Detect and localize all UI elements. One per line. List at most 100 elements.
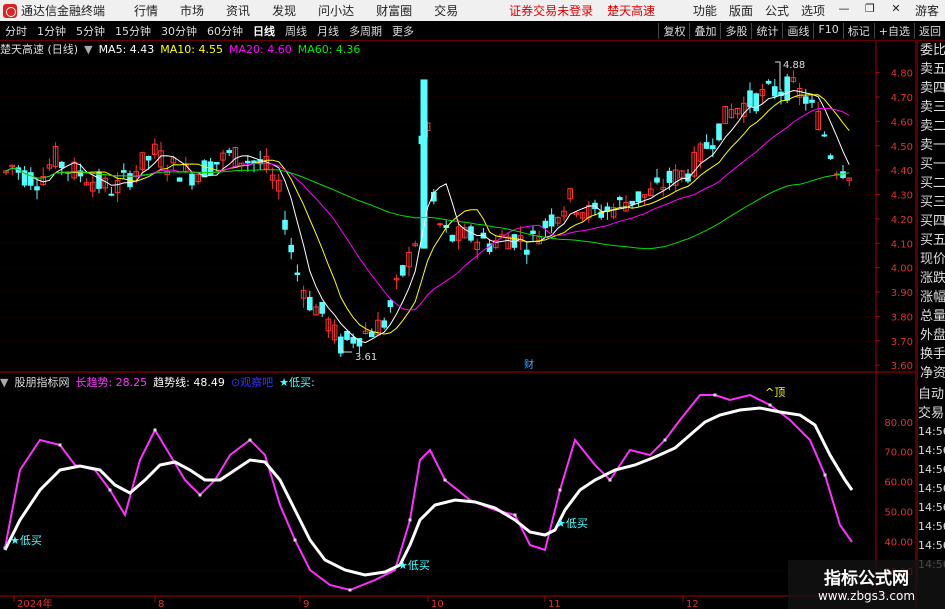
app-logo-icon <box>3 3 17 18</box>
candle-body <box>102 177 109 189</box>
candle-body <box>505 236 511 250</box>
tab-daily[interactable]: 日线 <box>248 23 280 39</box>
close-icon[interactable]: ✕ <box>889 2 903 19</box>
btn-adjust[interactable]: 复权 <box>658 22 689 39</box>
candle-body <box>245 160 251 164</box>
user-label[interactable]: 游客 <box>915 2 939 19</box>
btn-stats[interactable]: 统计 <box>751 22 782 39</box>
menu-item-quotes[interactable]: 行情 <box>134 2 158 19</box>
btn-add-watchlist[interactable]: +自选 <box>873 22 914 39</box>
side-label[interactable]: 总量 <box>918 307 945 326</box>
side-label[interactable]: 卖一 <box>918 136 945 155</box>
candle-body <box>536 236 543 245</box>
side-label[interactable]: 现价 <box>918 250 945 269</box>
side-label[interactable]: 卖三 <box>918 98 945 117</box>
long-trend-dot <box>713 393 717 397</box>
side-label[interactable]: 涨幅 <box>918 288 945 307</box>
menu-item-function[interactable]: 功能 <box>693 2 717 19</box>
ind-tick-label: 60.00 <box>884 478 913 489</box>
candle-body <box>468 226 474 241</box>
tab-more[interactable]: 更多 <box>387 23 419 39</box>
indicator-name[interactable]: 股朋指标网 <box>14 374 69 390</box>
tab-monthly[interactable]: 月线 <box>312 23 344 39</box>
x-tick-label: 12 <box>686 599 699 609</box>
candle-body <box>524 249 530 255</box>
menu-item-news[interactable]: 资讯 <box>226 2 250 19</box>
btn-overlay[interactable]: 叠加 <box>689 22 720 39</box>
menu-bar: 通达信金融终端 行情 市场 资讯 发现 问小达 财富圈 交易 证券交易未登录 楚… <box>0 0 945 22</box>
tab-timeshare[interactable]: 分时 <box>0 23 32 39</box>
menu-item-ask[interactable]: 问小达 <box>318 2 354 19</box>
long-trend-dot <box>153 428 157 432</box>
indicator-settings-icon[interactable]: ▼ <box>0 376 8 389</box>
menu-item-market[interactable]: 市场 <box>180 2 204 19</box>
btn-f10[interactable]: F10 <box>813 22 842 39</box>
side-label[interactable]: 净资 <box>918 364 945 383</box>
finance-marker: 财 <box>524 358 534 371</box>
candle-body <box>598 211 605 218</box>
tab-multi-period[interactable]: 多周期 <box>344 23 387 39</box>
candle-body <box>214 161 220 165</box>
btn-draw[interactable]: 画线 <box>782 22 813 39</box>
menu-item-discover[interactable]: 发现 <box>272 2 296 19</box>
kline-chart[interactable]: 4.88 3.61 财 ★低买 ★低买 ★低买 ^顶 4.80 4.70 4.60 4.50 4.… <box>0 0 945 609</box>
x-tick-label: 9 <box>303 599 309 609</box>
candle-body <box>269 174 276 181</box>
restore-icon[interactable]: ❐ <box>863 2 877 19</box>
side-label[interactable]: 买五 <box>918 231 945 250</box>
side-label[interactable]: 买三 <box>918 193 945 212</box>
side-label[interactable]: 卖四 <box>918 79 945 98</box>
side-label[interactable]: 买四 <box>918 212 945 231</box>
candle-body <box>393 277 400 281</box>
watch-label: ⊙观察吧 <box>230 376 274 389</box>
price-tick-label: 3.60 <box>891 361 913 372</box>
side-label-trade[interactable]: 交易 <box>918 404 945 423</box>
candle-body <box>412 243 418 247</box>
menu-item-layout[interactable]: 版面 <box>729 2 753 19</box>
btn-back[interactable]: 返回 <box>914 22 945 39</box>
low-buy-marker: ★低买 <box>556 517 588 530</box>
price-tick-label: 3.80 <box>891 312 913 323</box>
candle-body <box>610 206 617 218</box>
period-tab-bar: 分时 1分钟 5分钟 15分钟 30分钟 60分钟 日线 周线 月线 多周期 更… <box>0 21 945 41</box>
side-label[interactable]: 买二 <box>918 174 945 193</box>
tab-60min[interactable]: 60分钟 <box>202 23 248 39</box>
login-notice[interactable]: 证券交易未登录 <box>509 2 593 19</box>
watermark-url: www.zbgs3.com <box>817 589 916 603</box>
tab-1min[interactable]: 1分钟 <box>32 23 71 39</box>
menu-item-trade[interactable]: 交易 <box>434 2 458 19</box>
menu-item-formula[interactable]: 公式 <box>765 2 789 19</box>
side-label[interactable]: 买一 <box>918 155 945 174</box>
menu-item-options[interactable]: 选项 <box>801 2 825 19</box>
side-label-auto[interactable]: 自动 <box>918 385 945 404</box>
menu-item-wealth[interactable]: 财富圈 <box>376 2 412 19</box>
candle-body <box>114 180 121 194</box>
tab-5min[interactable]: 5分钟 <box>71 23 110 39</box>
candle-body <box>579 212 586 219</box>
candle-body <box>548 214 555 227</box>
candle-body <box>127 173 133 188</box>
candle-body <box>703 142 710 149</box>
ma10-line <box>5 94 850 335</box>
btn-multi-stock[interactable]: 多股 <box>720 22 751 39</box>
watermark-title: 指标公式网 <box>824 569 909 589</box>
side-label[interactable]: 委比 <box>918 41 945 60</box>
candle-body <box>617 197 623 201</box>
ma-toggle-icon[interactable]: ▼ <box>84 43 92 56</box>
btn-mark[interactable]: 标记 <box>842 22 874 39</box>
side-label[interactable]: 卖五 <box>918 60 945 79</box>
price-tick-label: 4.50 <box>891 142 913 153</box>
tab-15min[interactable]: 15分钟 <box>110 23 156 39</box>
candle-body <box>530 230 536 234</box>
minimize-icon[interactable]: — <box>837 2 851 19</box>
side-label[interactable]: 换手 <box>918 345 945 364</box>
low-marker <box>337 344 352 353</box>
tab-30min[interactable]: 30分钟 <box>156 23 202 39</box>
price-tick-label: 4.10 <box>891 239 913 250</box>
tab-weekly[interactable]: 周线 <box>280 23 312 39</box>
side-label[interactable]: 外盘 <box>918 326 945 345</box>
price-tick-label: 4.70 <box>891 93 913 104</box>
side-label[interactable]: 卖二 <box>918 117 945 136</box>
side-label[interactable]: 涨跌 <box>918 269 945 288</box>
candle-body <box>567 188 574 200</box>
